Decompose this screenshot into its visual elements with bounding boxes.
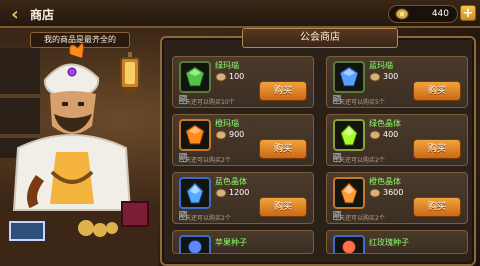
item-icon-frame bbox=[179, 235, 211, 253]
currency-amount: 440 bbox=[431, 9, 449, 19]
item-name: 绿玛瑙 bbox=[215, 61, 239, 70]
guild-coin-icon bbox=[369, 130, 381, 140]
agate-icon bbox=[185, 124, 205, 145]
guild-coin-icon bbox=[215, 72, 227, 82]
item-name: 苹果种子 bbox=[215, 238, 247, 247]
item-icon-frame bbox=[333, 177, 365, 209]
item-price: 900 bbox=[229, 130, 245, 139]
buy-button[interactable]: 购买 bbox=[259, 81, 307, 101]
item-price: 1200 bbox=[229, 188, 250, 197]
purchase-limit: 今天还可以购买5个 bbox=[333, 99, 385, 106]
shop-item[interactable]: 绑 绿玛瑙 100 今天还可以购买10个 购买 bbox=[172, 56, 314, 108]
agate-icon bbox=[185, 66, 205, 87]
seed-icon bbox=[188, 240, 202, 253]
item-icon-frame bbox=[333, 61, 365, 93]
guild-coin-icon bbox=[215, 130, 227, 140]
item-name: 蓝玛瑙 bbox=[369, 61, 393, 70]
item-icon-frame bbox=[179, 61, 211, 93]
shop-item[interactable]: 红玫瑰种子 bbox=[326, 230, 468, 254]
purchase-limit: 今天还可以购买2个 bbox=[333, 215, 385, 222]
item-price: 300 bbox=[383, 72, 399, 81]
shop-item[interactable]: 绑 蓝色晶体 1200 今天还可以购买2个 购买 bbox=[172, 172, 314, 224]
item-icon-frame bbox=[333, 235, 365, 253]
add-currency-button[interactable]: + bbox=[460, 5, 476, 21]
currency-display: 440 bbox=[388, 5, 458, 23]
crystal-icon bbox=[340, 124, 358, 146]
guild-coin-icon bbox=[369, 188, 381, 198]
guild-coin-icon bbox=[215, 188, 227, 198]
item-name: 橙玛瑙 bbox=[215, 119, 239, 128]
merchant-scene: 我的商品是最齐全的 bbox=[0, 30, 158, 266]
purchase-limit: 今天还可以购买10个 bbox=[179, 99, 235, 106]
item-price: 100 bbox=[229, 72, 245, 81]
buy-button[interactable]: 购买 bbox=[259, 197, 307, 217]
buy-button[interactable]: 购买 bbox=[413, 197, 461, 217]
crystal-icon bbox=[186, 182, 204, 204]
purchase-limit: 今天还可以购买2个 bbox=[179, 157, 231, 164]
shop-title: 公会商店 bbox=[242, 28, 398, 48]
guild-shop-panel: 公会商店 绑 绿玛瑙 100 今天还可以购买10个 购买 绑 蓝玛瑙 300 今… bbox=[160, 28, 476, 266]
seed-icon bbox=[342, 240, 356, 253]
crystal-icon bbox=[340, 182, 358, 204]
item-icon-frame bbox=[333, 119, 365, 151]
item-name: 红玫瑰种子 bbox=[369, 238, 409, 247]
guild-coin-icon bbox=[369, 72, 381, 82]
merchant-character bbox=[0, 43, 158, 266]
agate-icon bbox=[339, 66, 359, 87]
shop-item[interactable]: 绑 蓝玛瑙 300 今天还可以购买5个 购买 bbox=[326, 56, 468, 108]
item-name: 蓝色晶体 bbox=[215, 177, 247, 186]
item-name: 橙色晶体 bbox=[369, 177, 401, 186]
chevron-left-icon: ‹ bbox=[11, 3, 19, 25]
buy-button[interactable]: 购买 bbox=[413, 139, 461, 159]
page-title: 商店 bbox=[30, 8, 55, 22]
shop-item[interactable]: 绑 绿色晶体 400 今天还可以购买2个 购买 bbox=[326, 114, 468, 166]
shop-item[interactable]: 绑 橙色晶体 3600 今天还可以购买2个 购买 bbox=[326, 172, 468, 224]
purchase-limit: 今天还可以购买2个 bbox=[179, 215, 231, 222]
shop-item[interactable]: 绑 橙玛瑙 900 今天还可以购买2个 购买 bbox=[172, 114, 314, 166]
shop-item[interactable]: 苹果种子 bbox=[172, 230, 314, 254]
buy-button[interactable]: 购买 bbox=[413, 81, 461, 101]
gold-coin-icon bbox=[395, 8, 409, 20]
item-name: 绿色晶体 bbox=[369, 119, 401, 128]
item-icon-frame bbox=[179, 119, 211, 151]
purchase-limit: 今天还可以购买2个 bbox=[333, 157, 385, 164]
top-bar: ‹ 商店 440 + bbox=[0, 0, 480, 28]
item-icon-frame bbox=[179, 177, 211, 209]
item-price: 3600 bbox=[383, 188, 404, 197]
item-price: 400 bbox=[383, 130, 399, 139]
back-button[interactable]: ‹ bbox=[4, 3, 26, 25]
buy-button[interactable]: 购买 bbox=[259, 139, 307, 159]
